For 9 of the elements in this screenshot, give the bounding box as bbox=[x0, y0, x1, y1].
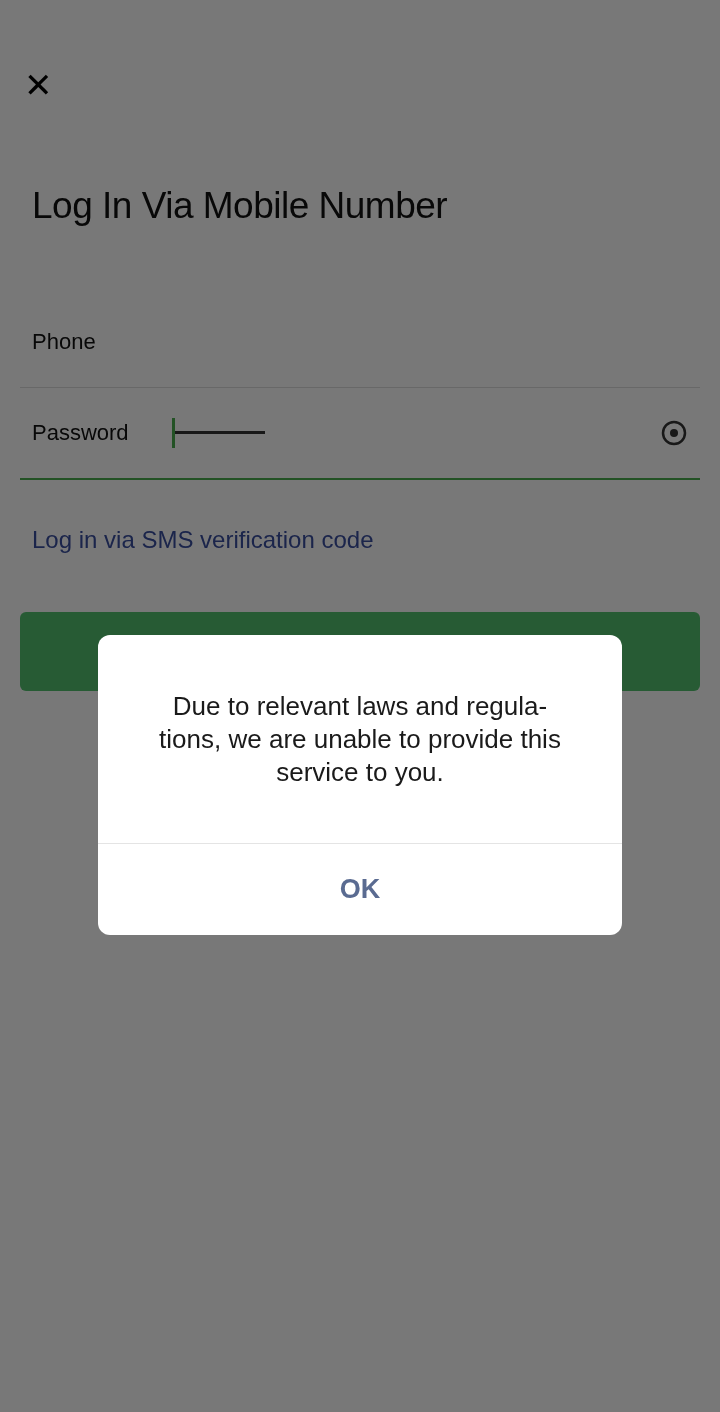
field-label: Password bbox=[32, 419, 130, 447]
page-title: Log In Via Mobile Number bbox=[32, 184, 449, 228]
dialog-message: Due to relevant laws and regula-tions, we are unable to provide this service to you. bbox=[158, 690, 562, 789]
ok-button[interactable]: OK bbox=[98, 844, 622, 935]
close-button[interactable]: ✕ bbox=[20, 68, 56, 102]
eye-icon[interactable] bbox=[660, 418, 688, 447]
sms-login-link[interactable]: Log in via SMS verification code bbox=[32, 521, 374, 558]
text-caret bbox=[172, 417, 175, 448]
field-label: Phone bbox=[32, 327, 97, 356]
